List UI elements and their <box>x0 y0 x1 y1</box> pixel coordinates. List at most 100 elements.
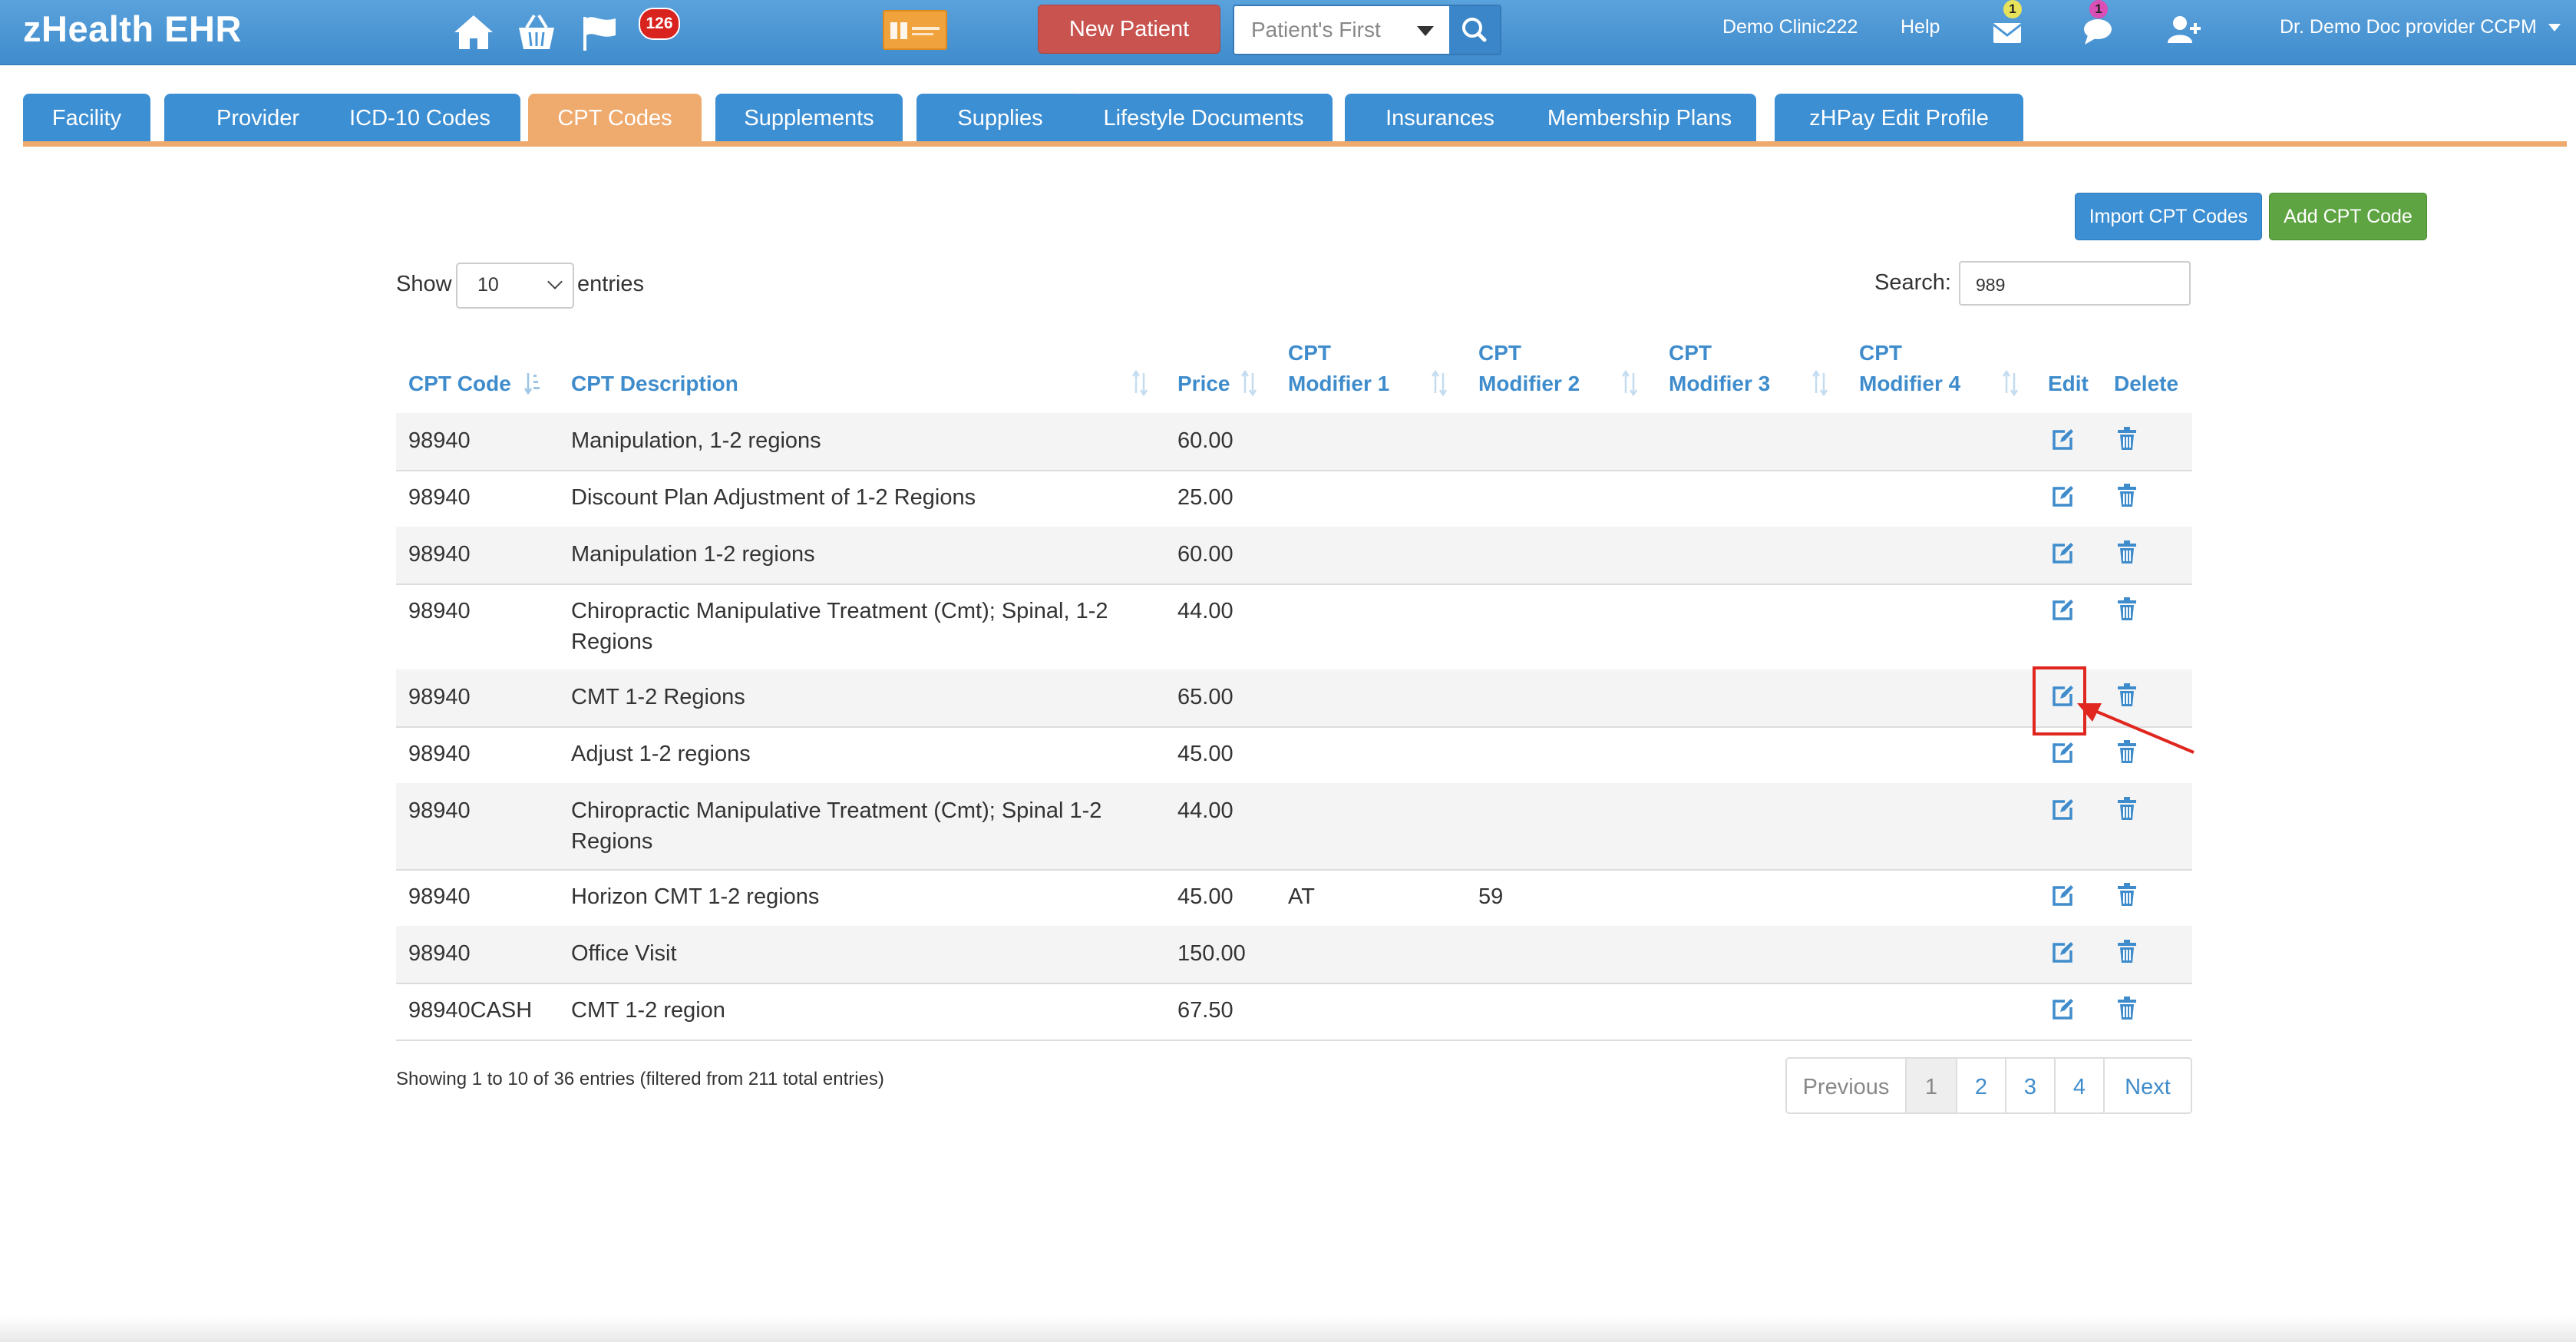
cell-price: 60.00 <box>1177 428 1234 453</box>
description-line-1: Manipulation 1-2 regions <box>571 542 815 567</box>
edit-icon[interactable] <box>2049 484 2076 510</box>
search-label: Search: <box>1874 270 1951 295</box>
add-user-icon[interactable] <box>2166 14 2201 46</box>
cell-cpt-code: 98940 <box>408 542 471 567</box>
cell-cpt-code: 98940 <box>408 599 471 623</box>
cell-cpt-code: 98940 <box>408 798 471 823</box>
sort-icon[interactable] <box>1240 370 1257 396</box>
table-row: 98940 25.00 Discount Plan Adjustment of 1-… <box>396 470 2192 528</box>
chevron-down-icon[interactable] <box>1417 26 1434 36</box>
col-delete: Delete <box>2114 372 2179 395</box>
page-size-select[interactable]: 10 <box>456 263 574 309</box>
col-cpt-code[interactable]: CPT Code <box>408 369 511 399</box>
edit-icon[interactable] <box>2049 540 2076 567</box>
patient-search-placeholder: Patient's First <box>1251 18 1381 41</box>
cell-cpt-description: CMT 1-2 Regions <box>571 682 745 712</box>
alerts-count-badge[interactable]: 126 <box>639 8 680 40</box>
trash-icon[interactable] <box>2114 795 2140 821</box>
pagination-page-1[interactable]: 1 <box>1905 1057 1957 1114</box>
window-bottom-edge <box>0 1316 2576 1342</box>
col-cpt-modifier-1[interactable]: CPT Modifier 1 <box>1288 338 1389 399</box>
pagination-page-2[interactable]: 2 <box>1956 1057 2006 1114</box>
flag-icon[interactable] <box>577 11 622 54</box>
trash-icon[interactable] <box>2114 539 2140 565</box>
entries-label: entries <box>577 272 645 296</box>
table-row: 98940 44.00 Chiropractic Manipulative Trea… <box>396 583 2192 671</box>
trash-icon[interactable] <box>2114 881 2140 907</box>
pagination-page-3[interactable]: 3 <box>2005 1057 2056 1114</box>
description-line-2: Regions <box>571 630 653 654</box>
app-logo[interactable]: zHealth EHR <box>23 8 242 50</box>
cell-cpt-description: Discount Plan Adjustment of 1-2 Regions <box>571 482 976 513</box>
chevron-down-icon <box>547 274 563 289</box>
tab-insurances[interactable]: Insurances <box>1345 94 1535 143</box>
table-row: 98940CASH 67.50 CMT 1-2 region <box>396 983 2192 1041</box>
cell-price: 60.00 <box>1177 542 1234 567</box>
patient-search-button[interactable] <box>1449 6 1500 54</box>
cell-cpt-code: 98940 <box>408 428 471 453</box>
sort-icon[interactable] <box>1621 370 1638 396</box>
chat-icon[interactable] <box>2082 15 2114 46</box>
tab-supplements[interactable]: Supplements <box>715 94 903 143</box>
col-cpt-modifier-3[interactable]: CPT Modifier 3 <box>1669 338 1770 399</box>
edit-icon[interactable] <box>2049 427 2076 453</box>
patient-search-box[interactable]: Patient's First <box>1233 5 1501 55</box>
cell-price: 44.00 <box>1177 599 1234 623</box>
mail-icon[interactable] <box>1991 15 2023 46</box>
tab-lifestyle-documents[interactable]: Lifestyle Documents <box>1075 94 1333 143</box>
pagination-page-4[interactable]: 4 <box>2054 1057 2105 1114</box>
mail-count-badge[interactable]: 1 <box>2003 0 2022 18</box>
trash-icon[interactable] <box>2114 425 2140 451</box>
tab-zhpay-edit-profile[interactable]: zHPay Edit Profile <box>1775 94 2023 143</box>
clinic-link[interactable]: Demo Clinic222 <box>1722 16 1858 38</box>
trash-icon[interactable] <box>2114 482 2140 508</box>
edit-icon[interactable] <box>2049 997 2076 1023</box>
cell-price: 45.00 <box>1177 742 1234 766</box>
edit-icon[interactable] <box>2049 940 2076 966</box>
tab-cpt-codes[interactable]: CPT Codes <box>528 94 702 143</box>
tab-icd10-codes[interactable]: ICD-10 Codes <box>319 94 520 143</box>
sort-asc-icon[interactable] <box>523 370 540 396</box>
col-cpt-modifier-4[interactable]: CPT Modifier 4 <box>1859 338 1960 399</box>
col-price[interactable]: Price <box>1177 369 1230 399</box>
trash-icon[interactable] <box>2114 596 2140 622</box>
show-label: Show <box>396 272 452 296</box>
help-link[interactable]: Help <box>1901 16 1940 38</box>
table-header: CPT Code CPT Description Price CPT Modif… <box>396 322 2192 416</box>
edit-icon[interactable] <box>2049 883 2076 909</box>
arrow-annotation <box>2077 703 2195 754</box>
description-line-1: Chiropractic Manipulative Treatment (Cmt… <box>571 599 1108 623</box>
tab-supplies[interactable]: Supplies <box>916 94 1084 143</box>
tab-membership-plans[interactable]: Membership Plans <box>1523 94 1756 143</box>
sort-icon[interactable] <box>1131 370 1148 396</box>
description-line-1: CMT 1-2 Regions <box>571 685 745 709</box>
pagination-previous[interactable]: Previous <box>1785 1057 1907 1114</box>
cell-price: 65.00 <box>1177 685 1234 709</box>
tab-facility[interactable]: Facility <box>23 94 150 143</box>
add-cpt-code-button[interactable]: Add CPT Code <box>2269 193 2427 240</box>
gift-icon[interactable] <box>883 10 947 50</box>
table-row: 98940 150.00 Office Visit <box>396 926 2192 984</box>
edit-icon[interactable] <box>2049 597 2076 623</box>
import-cpt-codes-button[interactable]: Import CPT Codes <box>2075 193 2262 240</box>
sort-icon[interactable] <box>1431 370 1448 396</box>
user-menu[interactable]: Dr. Demo Doc provider CCPM <box>2280 16 2561 38</box>
col-cpt-modifier-2[interactable]: CPT Modifier 2 <box>1478 338 1580 399</box>
table-search-input[interactable]: 989 <box>1959 261 2191 306</box>
cell-cpt-code: 98940 <box>408 485 471 510</box>
description-line-1: Adjust 1-2 regions <box>571 742 751 766</box>
edit-icon[interactable] <box>2049 740 2076 766</box>
col-edit: Edit <box>2048 372 2089 395</box>
col-label-line2: Modifier 4 <box>1859 372 1961 395</box>
sort-icon[interactable] <box>2002 370 2019 396</box>
chat-count-badge[interactable]: 1 <box>2089 0 2108 18</box>
trash-icon[interactable] <box>2114 938 2140 964</box>
new-patient-button[interactable]: New Patient <box>1038 5 1220 54</box>
home-icon[interactable] <box>451 11 496 54</box>
basket-icon[interactable] <box>514 11 559 54</box>
pagination-next[interactable]: Next <box>2103 1057 2192 1114</box>
sort-icon[interactable] <box>1811 370 1828 396</box>
col-cpt-description[interactable]: CPT Description <box>571 369 738 399</box>
edit-icon[interactable] <box>2049 797 2076 823</box>
trash-icon[interactable] <box>2114 995 2140 1021</box>
